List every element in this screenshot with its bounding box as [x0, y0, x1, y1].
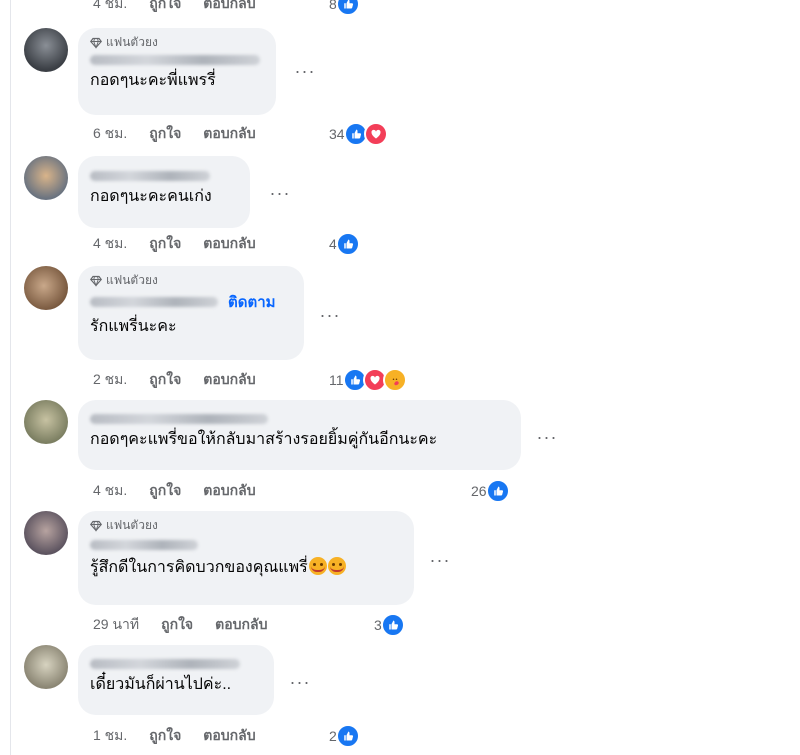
- reaction-summary[interactable]: 3: [374, 613, 405, 637]
- avatar[interactable]: [24, 156, 68, 200]
- top-fan-badge: แฟนตัวยง: [90, 273, 292, 288]
- follow-button[interactable]: ติดตาม: [228, 290, 276, 314]
- smiling-face-with-hearts-icon: [308, 557, 327, 575]
- like-button[interactable]: ถูกใจ: [149, 0, 181, 15]
- comment-time[interactable]: 4 ชม.: [93, 233, 127, 255]
- like-reaction-icon: [335, 724, 360, 748]
- like-button[interactable]: ถูกใจ: [149, 725, 181, 747]
- like-button[interactable]: ถูกใจ: [149, 123, 181, 145]
- more-options-icon[interactable]: ···: [285, 667, 315, 697]
- reply-button[interactable]: ตอบกลับ: [203, 123, 255, 145]
- author-name-row: [90, 166, 238, 186]
- avatar[interactable]: [24, 511, 68, 555]
- reply-button[interactable]: ตอบกลับ: [215, 614, 267, 636]
- more-options-icon[interactable]: ···: [532, 422, 562, 452]
- reply-button[interactable]: ตอบกลับ: [203, 0, 255, 15]
- reaction-count: 11: [329, 372, 344, 388]
- more-options-icon[interactable]: ···: [315, 300, 345, 330]
- like-button[interactable]: ถูกใจ: [149, 369, 181, 391]
- comment-text: กอดๆนะคะพี่แพรรี่: [90, 72, 216, 89]
- comment-bubble: แฟนตัวยง ติดตาม รักแพรี่นะคะ: [78, 266, 304, 360]
- author-name-row: [90, 409, 509, 429]
- comment-time[interactable]: 1 ชม.: [93, 725, 127, 747]
- reaction-summary[interactable]: 26: [471, 479, 510, 503]
- comment-actions-top: 4 ชม. ถูกใจ ตอบกลับ: [93, 0, 278, 14]
- comment-bubble: กอดๆนะคะคนเก่ง: [78, 156, 250, 228]
- like-reaction-icon: [335, 232, 360, 256]
- reaction-count: 26: [471, 483, 487, 499]
- like-button[interactable]: ถูกใจ: [161, 614, 193, 636]
- thread-line: [10, 0, 11, 755]
- reaction-summary-top[interactable]: 8: [329, 0, 360, 16]
- like-reaction-icon: [485, 479, 510, 503]
- more-options-icon[interactable]: ···: [290, 56, 320, 86]
- comment-text-body: รู้สึกดีในการคิดบวกของคุณแพรี่: [90, 559, 308, 576]
- comment-text: เดี๋ยวมันก็ผ่านไปค่ะ..: [90, 676, 232, 693]
- comment-bubble: แฟนตัวยง รู้สึกดีในการคิดบวกของคุณแพรี่: [78, 511, 414, 605]
- reaction-summary[interactable]: 4: [329, 232, 360, 256]
- more-options-icon[interactable]: ···: [265, 178, 295, 208]
- avatar[interactable]: [24, 266, 68, 310]
- diamond-icon: [90, 520, 102, 532]
- diamond-icon: [90, 37, 102, 49]
- like-button[interactable]: ถูกใจ: [149, 233, 181, 255]
- comment-time[interactable]: 4 ชม.: [93, 0, 127, 15]
- comment-time[interactable]: 29 นาที: [93, 614, 139, 636]
- like-reaction-icon: [335, 0, 360, 16]
- author-name[interactable]: [90, 297, 218, 307]
- like-button[interactable]: ถูกใจ: [149, 480, 181, 502]
- comment-time[interactable]: 6 ชม.: [93, 123, 127, 145]
- author-name[interactable]: [90, 171, 210, 181]
- comment-bubble: แฟนตัวยง กอดๆนะคะพี่แพรรี่: [78, 28, 276, 115]
- badge-label: แฟนตัวยง: [106, 273, 158, 287]
- author-name-row: [90, 50, 264, 70]
- comment-text: กอดๆคะแพรี่ขอให้กลับมาสร้างรอยยิ้มคู่กัน…: [90, 431, 438, 448]
- avatar[interactable]: [24, 400, 68, 444]
- comment-text: รู้สึกดีในการคิดบวกของคุณแพรี่: [90, 557, 402, 579]
- like-reaction-icon: [380, 613, 405, 637]
- comment-actions: 29 นาที ถูกใจ ตอบกลับ: [93, 615, 289, 635]
- comment-actions: 6 ชม. ถูกใจ ตอบกลับ: [93, 124, 278, 144]
- comment-bubble: กอดๆคะแพรี่ขอให้กลับมาสร้างรอยยิ้มคู่กัน…: [78, 400, 521, 470]
- reply-button[interactable]: ตอบกลับ: [203, 480, 255, 502]
- reaction-count: 34: [329, 126, 345, 142]
- comment-time[interactable]: 2 ชม.: [93, 369, 127, 391]
- author-name[interactable]: [90, 414, 268, 424]
- author-name-row: [90, 533, 402, 557]
- comment-actions: 2 ชม. ถูกใจ ตอบกลับ: [93, 370, 278, 390]
- badge-label: แฟนตัวยง: [106, 518, 158, 532]
- reaction-summary[interactable]: 2: [329, 724, 360, 748]
- more-options-icon[interactable]: ···: [425, 545, 455, 575]
- comment-actions: 4 ชม. ถูกใจ ตอบกลับ: [93, 481, 278, 501]
- comment-actions: 1 ชม. ถูกใจ ตอบกลับ: [93, 726, 278, 746]
- comment-text: รักแพรี่นะคะ: [90, 318, 177, 335]
- reply-button[interactable]: ตอบกลับ: [203, 725, 255, 747]
- smiling-face-with-hearts-icon: [327, 557, 346, 575]
- reaction-summary[interactable]: 11: [329, 368, 407, 392]
- comment-time[interactable]: 4 ชม.: [93, 480, 127, 502]
- author-name[interactable]: [90, 540, 198, 550]
- avatar[interactable]: [24, 28, 68, 72]
- author-name-row: ติดตาม: [90, 288, 292, 316]
- author-name[interactable]: [90, 659, 240, 669]
- comment-actions: 4 ชม. ถูกใจ ตอบกลับ: [93, 234, 278, 254]
- diamond-icon: [90, 275, 102, 287]
- top-fan-badge: แฟนตัวยง: [90, 35, 264, 50]
- badge-label: แฟนตัวยง: [106, 35, 158, 49]
- avatar[interactable]: [24, 645, 68, 689]
- author-name[interactable]: [90, 55, 260, 65]
- reply-button[interactable]: ตอบกลับ: [203, 369, 255, 391]
- comment-text: กอดๆนะคะคนเก่ง: [90, 188, 212, 205]
- top-fan-badge: แฟนตัวยง: [90, 518, 402, 533]
- reply-button[interactable]: ตอบกลับ: [203, 233, 255, 255]
- comment-bubble: เดี๋ยวมันก็ผ่านไปค่ะ..: [78, 645, 274, 715]
- reaction-summary[interactable]: 34: [329, 122, 388, 146]
- care-reaction-icon: [382, 368, 407, 392]
- love-reaction-icon: [363, 122, 388, 146]
- author-name-row: [90, 654, 262, 674]
